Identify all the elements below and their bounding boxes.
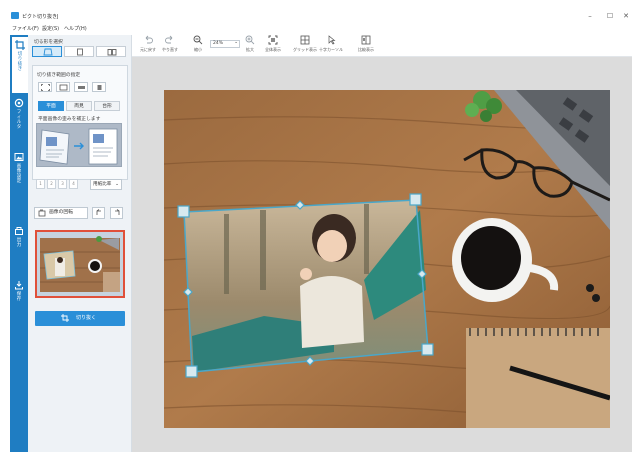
compare-icon <box>361 35 371 45</box>
zoom-out-button[interactable]: 縮小 <box>190 35 206 53</box>
undo-label: 元に戻す <box>140 47 156 52</box>
crop-icon <box>15 40 25 50</box>
fit-icon <box>268 35 278 45</box>
range-all-button[interactable] <box>56 82 70 92</box>
chevron-down-icon: ⌄ <box>115 182 119 187</box>
zoom-in-label: 拡大 <box>246 47 254 52</box>
crop-button-icon <box>61 314 69 322</box>
mode-tab-spread[interactable]: 両見 <box>66 101 92 111</box>
fit-view-label: 全体表示 <box>265 47 281 52</box>
tab-crop[interactable]: 切り抜き <box>10 37 28 93</box>
compare-view-button[interactable]: 比較表示 <box>354 35 378 53</box>
rotate-right-icon <box>115 209 120 215</box>
tab-filter[interactable]: フィルタ <box>10 95 28 145</box>
grid-icon <box>300 35 310 45</box>
shape-heading: 切る形を選択 <box>34 40 63 45</box>
maximize-button[interactable]: ☐ <box>604 12 616 21</box>
mode-tab-trapezoid[interactable]: 台形 <box>94 101 120 111</box>
zoom-select[interactable]: 24% ⌄ <box>210 40 240 48</box>
tab-image-settings[interactable]: 画像設定 <box>10 149 28 209</box>
cursor-toggle-label: 十字カーソル <box>319 47 343 52</box>
crop-settings-panel: 切る形を選択 切り抜き範囲の指定 平面 両見 台形 平面画像の歪みを補正します … <box>28 35 132 452</box>
rotate-left-button[interactable] <box>92 207 105 219</box>
page-shape-icon <box>77 48 83 56</box>
zoom-out-icon <box>193 35 203 45</box>
window-title: ピクト切り抜きJ <box>22 14 59 20</box>
tab-output[interactable]: 出力 <box>10 223 28 263</box>
range-horizontal-icon <box>78 86 85 89</box>
redo-button[interactable]: やり直す <box>159 35 181 53</box>
minimize-button[interactable]: – <box>584 12 596 21</box>
corner-stepper-2[interactable]: 2 <box>47 179 56 189</box>
image-canvas[interactable] <box>132 57 632 452</box>
range-heading: 切り抜き範囲の指定 <box>37 73 81 78</box>
distortion-preview <box>36 123 122 167</box>
tab-save[interactable]: 保存 <box>10 277 28 317</box>
image-settings-icon <box>14 153 24 161</box>
ratio-select-value: 用紙比率 <box>93 182 112 187</box>
rotate-right-button[interactable] <box>110 207 123 219</box>
thumbnail-preview-image <box>37 232 123 296</box>
filter-icon <box>14 98 24 108</box>
zoom-in-button[interactable]: 拡大 <box>242 35 258 53</box>
sidebar-tab-strip: 切り抜き フィルタ 画像設定 出力 保存 <box>10 35 28 452</box>
menu-settings[interactable]: 設定(S) <box>42 25 59 32</box>
menu-bar: ファイル(F) 設定(S) ヘルプ(H) <box>0 22 632 33</box>
output-icon <box>15 227 23 235</box>
source-photo <box>164 90 610 428</box>
rectangle-shape-icon <box>43 48 53 56</box>
cursor-icon <box>328 35 336 45</box>
rotate-left-icon <box>96 209 101 215</box>
tab-filter-label: フィルタ <box>16 110 22 130</box>
app-logo-icon <box>11 12 19 19</box>
range-horizontal-button[interactable] <box>74 82 88 92</box>
redo-label: やり直す <box>162 47 178 52</box>
image-thumbnail[interactable] <box>35 230 125 298</box>
tab-save-label: 保存 <box>16 292 22 302</box>
range-vertical-icon <box>97 85 102 90</box>
tab-output-label: 出力 <box>16 238 22 248</box>
shape-page-button[interactable] <box>64 46 94 57</box>
corner-stepper-4[interactable]: 4 <box>69 179 78 189</box>
undo-button[interactable]: 元に戻す <box>137 35 159 53</box>
crop-button[interactable]: 切り抜く <box>35 311 125 326</box>
title-bar: ピクト切り抜きJ – ☐ ✕ <box>0 0 632 22</box>
undo-icon <box>145 35 153 44</box>
zoom-in-icon <box>245 35 255 45</box>
range-all-icon <box>59 84 68 91</box>
redo-icon <box>165 35 173 44</box>
rotate-image-label: 画像の回転 <box>49 210 73 215</box>
compare-view-label: 比較表示 <box>358 47 374 52</box>
crop-button-label: 切り抜く <box>75 315 96 321</box>
zoom-chevron-down-icon: ⌄ <box>234 40 238 45</box>
zoom-out-label: 縮小 <box>194 47 202 52</box>
rotate-image-button[interactable]: 画像の回転 <box>34 207 88 219</box>
rotate-image-icon <box>38 209 46 217</box>
mode-tab-flat[interactable]: 平面 <box>38 101 64 111</box>
menu-help[interactable]: ヘルプ(H) <box>64 25 87 32</box>
shape-rectangle-button[interactable] <box>32 46 62 57</box>
mode-description: 平面画像の歪みを補正します <box>38 117 101 122</box>
close-button[interactable]: ✕ <box>620 12 632 21</box>
zoom-value: 24% <box>213 41 224 46</box>
corner-stepper-3[interactable]: 3 <box>58 179 67 189</box>
grid-toggle-label: グリッド表示 <box>293 47 317 52</box>
fit-view-button[interactable]: 全体表示 <box>262 35 284 53</box>
grid-toggle-button[interactable]: グリッド表示 <box>292 35 318 53</box>
ratio-select[interactable]: 用紙比率 ⌄ <box>90 179 122 190</box>
tab-crop-label: 切り抜き <box>17 52 23 72</box>
menu-file[interactable]: ファイル(F) <box>12 25 39 32</box>
tab-image-settings-label: 画像設定 <box>16 164 22 184</box>
range-vertical-button[interactable] <box>92 82 106 92</box>
distortion-preview-illustration <box>39 128 118 165</box>
auto-detect-button[interactable] <box>38 82 52 92</box>
toolbar: 元に戻す やり直す 縮小 24% ⌄ 拡大 全体表示 グリッド表示 十字カーソル… <box>132 33 632 57</box>
cursor-toggle-button[interactable]: 十字カーソル <box>318 35 344 53</box>
corner-stepper-1[interactable]: 1 <box>36 179 45 189</box>
save-icon <box>15 281 23 290</box>
book-shape-icon <box>107 49 117 56</box>
auto-detect-icon <box>41 84 50 91</box>
shape-book-button[interactable] <box>96 46 126 57</box>
desk-photo-image <box>164 90 610 428</box>
